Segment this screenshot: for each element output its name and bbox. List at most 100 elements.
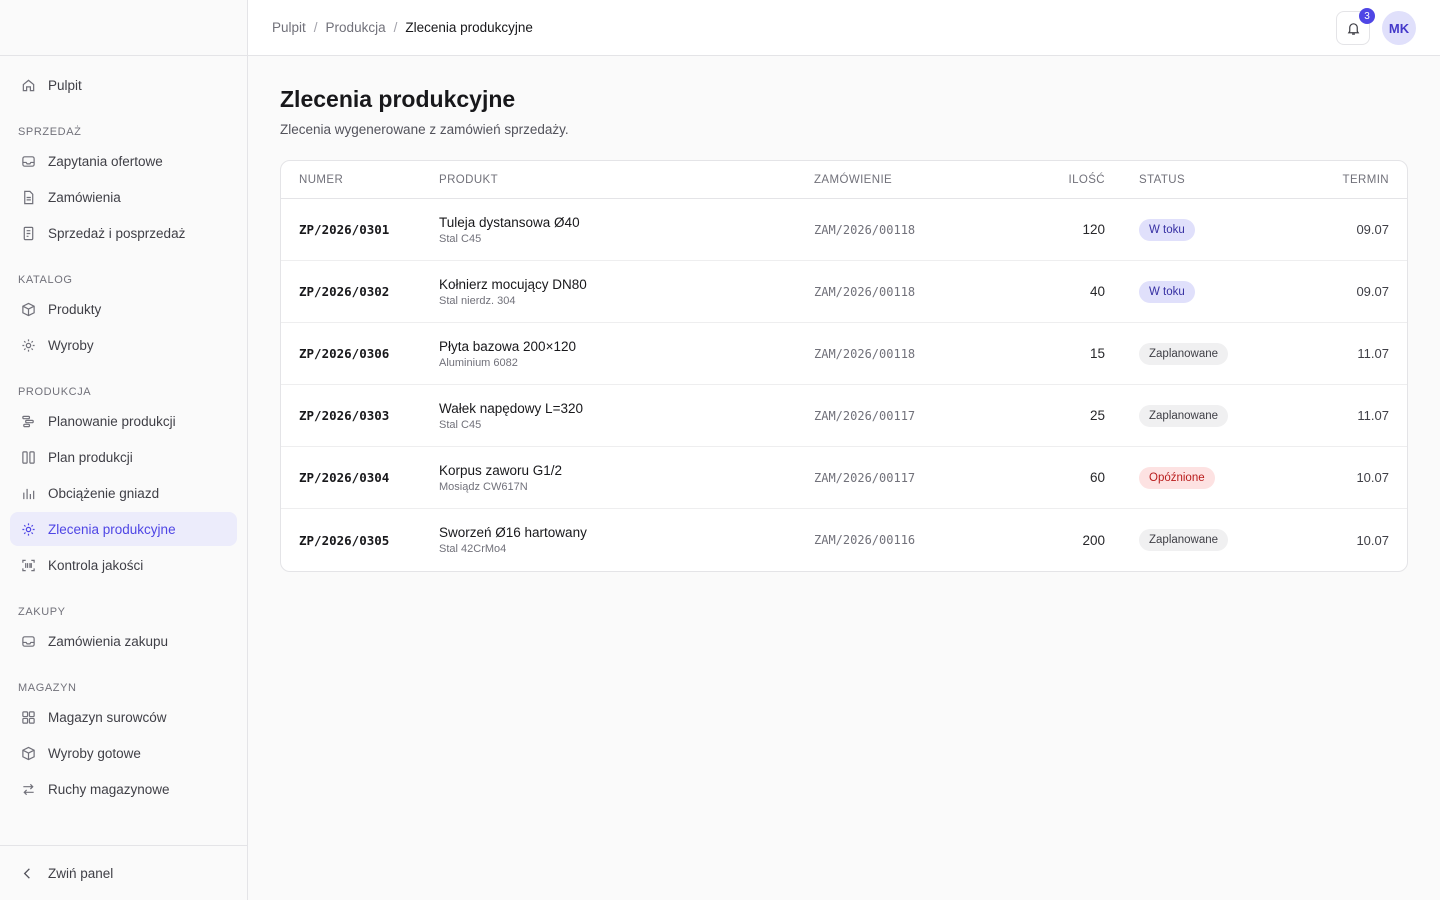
product-material: Aluminium 6082 <box>439 356 518 369</box>
product-material: Stal C45 <box>439 418 482 431</box>
arrows-icon <box>20 781 36 797</box>
product-name: Korpus zaworu G1/2 <box>439 462 563 478</box>
deadline-value: 10.07 <box>1356 470 1389 485</box>
product-cell: Kołnierz mocujący DN80 Stal nierdz. 304 <box>439 277 587 307</box>
avatar[interactable]: MK <box>1382 11 1416 45</box>
sidebar-item-sprzedaz-i-posprzedaz[interactable]: Sprzedaż i posprzedaż <box>10 216 237 250</box>
table-body: ZP/2026/0301 Tuleja dystansowa Ø40 Stal C4… <box>281 199 1407 571</box>
sidebar-item-planowanie-produkcji[interactable]: Planowanie produkcji <box>10 404 237 438</box>
sidebar-item-zamowienia-zakupu[interactable]: Zamówienia zakupu <box>10 624 237 658</box>
table-row[interactable]: ZP/2026/0306 Płyta bazowa 200×120 Aluminiu… <box>281 323 1407 385</box>
product-cell: Tuleja dystansowa Ø40 Stal C45 <box>439 215 580 245</box>
sidebar-item-plan-produkcji[interactable]: Plan produkcji <box>10 440 237 474</box>
sidebar-item-zapytania-ofertowe[interactable]: Zapytania ofertowe <box>10 144 237 178</box>
sidebar-item-label: Plan produkcji <box>48 449 133 465</box>
collapse-panel-button[interactable]: Zwiń panel <box>0 845 247 900</box>
table-row[interactable]: ZP/2026/0303 Wałek napędowy L=320 Stal C45… <box>281 385 1407 447</box>
sidebar: Pulpit SPRZEDAŻ Zapytania ofertowe Zamów… <box>0 0 248 900</box>
sidebar-item-kontrola-jakosci[interactable]: Kontrola jakości <box>10 548 237 582</box>
sidebar-item-label: Pulpit <box>48 77 82 93</box>
status-badge: W toku <box>1139 218 1195 241</box>
sidebar-item-label: Zamówienia zakupu <box>48 633 169 649</box>
order-number[interactable]: ZP/2026/0303 <box>299 408 389 423</box>
status-badge: Opóźnione <box>1139 466 1215 489</box>
product-cell: Wałek napędowy L=320 Stal C45 <box>439 401 583 431</box>
order-number[interactable]: ZP/2026/0306 <box>299 346 389 361</box>
sidebar-item-wyroby-gotowe[interactable]: Wyroby gotowe <box>10 736 237 770</box>
order-number[interactable]: ZP/2026/0301 <box>299 222 389 237</box>
deadline-value: 10.07 <box>1356 532 1389 548</box>
column-header-product[interactable]: PRODUKT <box>439 174 498 186</box>
header-actions: 3 MK <box>1336 8 1416 45</box>
quantity-value: 25 <box>1089 408 1105 423</box>
breadcrumb-item-current: Zlecenia produkcyjne <box>405 20 533 35</box>
sidebar-item-produkty[interactable]: Produkty <box>10 292 237 326</box>
sidebar-item-wyroby[interactable]: Wyroby <box>10 328 237 362</box>
columns-icon <box>20 449 36 465</box>
sidebar-item-label: Obciążenie gniazd <box>48 485 160 501</box>
sidebar-item-zlecenia-produkcyjne[interactable]: Zlecenia produkcyjne <box>10 512 237 546</box>
sales-order-number[interactable]: ZAM/2026/00118 <box>814 223 915 237</box>
inbox-icon <box>20 633 36 649</box>
sidebar-item-zamowienia[interactable]: Zamówienia <box>10 180 237 214</box>
sidebar-item-pulpit[interactable]: Pulpit <box>10 68 237 102</box>
breadcrumb-item-produkcja[interactable]: Produkcja <box>326 20 386 35</box>
sidebar-item-label: Sprzedaż i posprzedaż <box>48 225 186 241</box>
sidebar-item-label: Wyroby <box>48 337 94 353</box>
column-header-order[interactable]: ZAMÓWIENIE <box>814 174 892 186</box>
product-name: Tuleja dystansowa Ø40 <box>439 214 580 230</box>
section-label-katalog: KATALOG <box>18 274 73 286</box>
column-header-status[interactable]: STATUS <box>1139 174 1185 186</box>
status-badge: Zaplanowane <box>1139 342 1229 365</box>
sidebar-item-ruchy-magazynowe[interactable]: Ruchy magazynowe <box>10 772 237 806</box>
quantity-value: 60 <box>1089 470 1105 485</box>
product-name: Sworzeń Ø16 hartowany <box>439 525 587 540</box>
sales-order-number[interactable]: ZAM/2026/00116 <box>814 533 915 547</box>
table-row[interactable]: ZP/2026/0301 Tuleja dystansowa Ø40 Stal C4… <box>281 199 1407 261</box>
sidebar-item-label: Produkty <box>48 301 102 317</box>
notifications-button[interactable]: 3 <box>1336 8 1375 45</box>
quantity-value: 120 <box>1082 222 1105 237</box>
sales-order-number[interactable]: ZAM/2026/00118 <box>814 285 915 299</box>
sidebar-item-label: Wyroby gotowe <box>48 745 141 761</box>
table-row[interactable]: ZP/2026/0302 Kołnierz mocujący DN80 Stal n… <box>281 261 1407 323</box>
sidebar-item-obciazenie-gniazd[interactable]: Obciążenie gniazd <box>10 476 237 510</box>
column-header-deadline[interactable]: TERMIN <box>1343 174 1389 186</box>
table-row[interactable]: ZP/2026/0305 Sworzeń Ø16 hartowany Stal 42… <box>281 509 1407 571</box>
table-row[interactable]: ZP/2026/0304 Korpus zaworu G1/2 Mosiądz CW… <box>281 447 1407 509</box>
notification-count-badge: 3 <box>1359 8 1375 24</box>
collapse-panel-label: Zwiń panel <box>48 865 114 881</box>
quantity-value: 15 <box>1089 346 1105 361</box>
breadcrumb-separator: / <box>313 20 318 35</box>
sales-order-number[interactable]: ZAM/2026/00118 <box>814 347 915 361</box>
chevron-left-icon <box>20 865 36 881</box>
home-icon <box>20 77 36 93</box>
status-badge: Zaplanowane <box>1139 404 1229 427</box>
breadcrumb-item-pulpit[interactable]: Pulpit <box>272 20 306 35</box>
column-header-number[interactable]: NUMER <box>299 174 343 186</box>
order-number[interactable]: ZP/2026/0302 <box>299 284 389 299</box>
product-material: Stal C45 <box>439 232 482 245</box>
product-material: Stal nierdz. 304 <box>439 294 516 307</box>
order-number[interactable]: ZP/2026/0305 <box>299 533 389 548</box>
sidebar-item-magazyn-surowcow[interactable]: Magazyn surowców <box>10 700 237 734</box>
inbox-icon <box>20 153 36 169</box>
sales-order-number[interactable]: ZAM/2026/00117 <box>814 409 915 423</box>
product-name: Wałek napędowy L=320 <box>439 400 583 416</box>
status-badge: Zaplanowane <box>1139 529 1229 551</box>
product-cell: Sworzeń Ø16 hartowany Stal 42CrMo4 <box>439 525 587 555</box>
quantity-value: 40 <box>1089 284 1105 299</box>
order-number[interactable]: ZP/2026/0304 <box>299 470 389 485</box>
product-name: Płyta bazowa 200×120 <box>439 338 576 354</box>
column-header-quantity[interactable]: ILOŚĆ <box>1061 174 1105 186</box>
deadline-value: 11.07 <box>1357 346 1389 361</box>
top-header: Pulpit / Produkcja / Zlecenia produkcyjn… <box>248 0 1440 56</box>
sales-order-number[interactable]: ZAM/2026/00117 <box>814 471 915 485</box>
sidebar-item-label: Zapytania ofertowe <box>48 153 163 169</box>
sidebar-item-label: Zlecenia produkcyjne <box>48 521 176 537</box>
main-content: Zlecenia produkcyjne Zlecenia wygenerowa… <box>248 56 1440 900</box>
page-subtitle: Zlecenia wygenerowane z zamówień sprzeda… <box>280 122 569 137</box>
section-label-magazyn: MAGAZYN <box>18 682 77 694</box>
sidebar-item-label: Magazyn surowców <box>48 709 167 725</box>
gantt-icon <box>20 413 36 429</box>
